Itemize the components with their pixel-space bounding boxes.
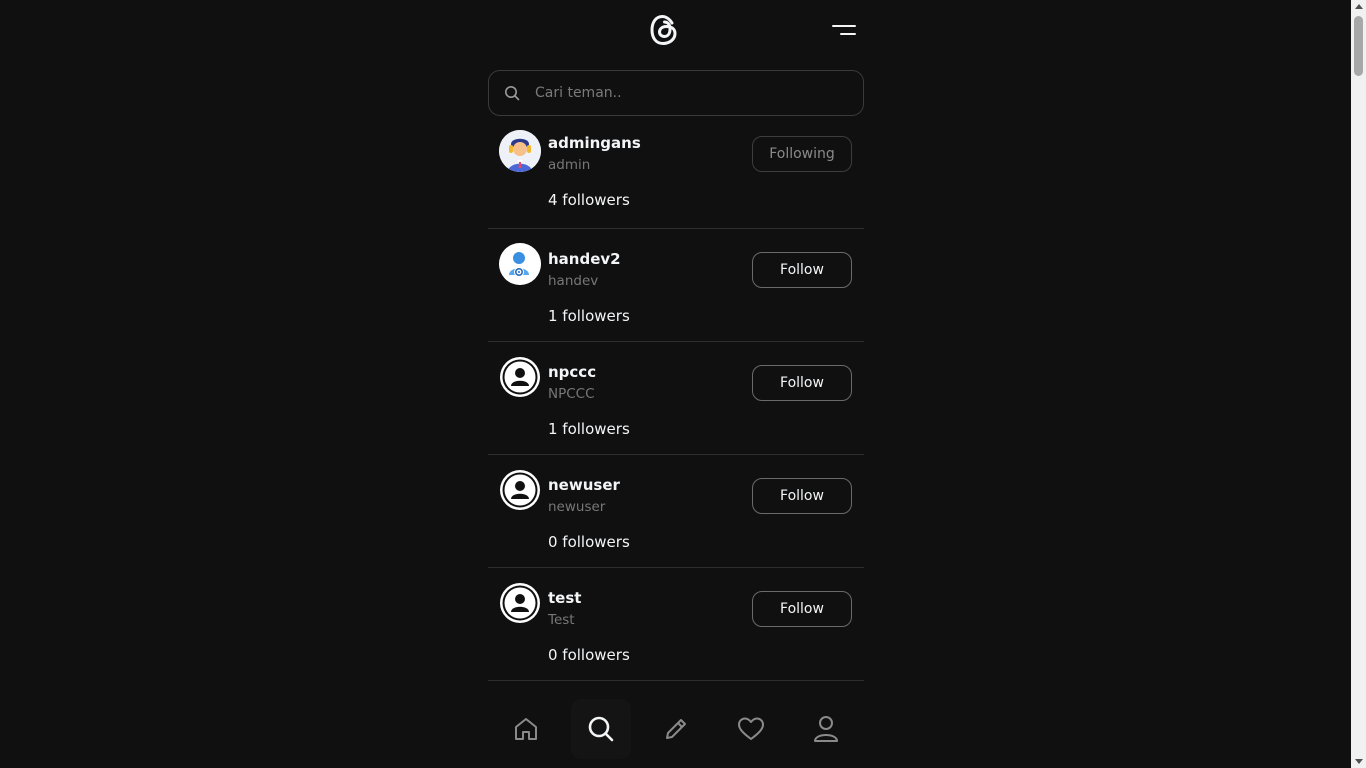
follower-count: 0 followers xyxy=(548,646,630,664)
username[interactable]: test xyxy=(548,589,581,607)
search-icon xyxy=(588,716,614,742)
admin-avatar[interactable] xyxy=(499,130,541,172)
default-avatar-icon[interactable] xyxy=(499,582,541,624)
nav-profile[interactable] xyxy=(796,699,856,759)
heart-icon xyxy=(738,717,765,740)
search-input[interactable] xyxy=(535,71,863,115)
follow-button[interactable]: Follow xyxy=(752,365,852,401)
follower-count: 1 followers xyxy=(548,420,630,438)
search-bar xyxy=(488,70,864,116)
menu-line xyxy=(840,33,856,35)
username[interactable]: npccc xyxy=(548,363,596,381)
username[interactable]: handev2 xyxy=(548,250,621,268)
scroll-down-arrow-icon[interactable] xyxy=(1355,759,1363,764)
user-row: handev2 handev 1 followers Follow xyxy=(488,229,864,342)
display-name: newuser xyxy=(548,499,606,515)
menu-line xyxy=(832,25,856,27)
user-row: test Test 0 followers Follow xyxy=(488,568,864,681)
nav-search[interactable] xyxy=(570,699,631,759)
follow-button[interactable]: Follow xyxy=(752,252,852,288)
bottom-nav xyxy=(488,690,864,768)
follower-count: 1 followers xyxy=(548,307,630,325)
username[interactable]: newuser xyxy=(548,476,620,494)
follower-count: 4 followers xyxy=(548,191,630,209)
default-avatar-icon[interactable] xyxy=(499,356,541,398)
hamburger-menu-icon[interactable] xyxy=(826,18,856,42)
user-settings-avatar[interactable] xyxy=(499,243,541,285)
display-name: Test xyxy=(548,612,575,628)
home-icon xyxy=(514,718,537,740)
profile-icon xyxy=(814,716,839,742)
scroll-up-arrow-icon[interactable] xyxy=(1355,4,1363,9)
pencil-icon xyxy=(665,719,686,739)
user-row: npccc NPCCC 1 followers Follow xyxy=(488,342,864,455)
follow-button[interactable]: Follow xyxy=(752,591,852,627)
user-row: admingans admin 4 followers Following xyxy=(488,126,864,229)
page-scrollbar[interactable] xyxy=(1351,0,1366,768)
username[interactable]: admingans xyxy=(548,134,641,152)
follower-count: 0 followers xyxy=(548,533,630,551)
display-name: admin xyxy=(548,157,591,173)
threads-logo-icon[interactable] xyxy=(646,11,682,49)
search-icon xyxy=(489,71,535,115)
default-avatar-icon[interactable] xyxy=(499,469,541,511)
page: admingans admin 4 followers Following ha… xyxy=(0,0,1366,768)
display-name: NPCCC xyxy=(548,386,595,402)
nav-create[interactable] xyxy=(646,699,706,759)
scrollbar-thumb[interactable] xyxy=(1354,16,1363,76)
following-button[interactable]: Following xyxy=(752,136,852,172)
follow-button[interactable]: Follow xyxy=(752,478,852,514)
user-list: admingans admin 4 followers Following ha… xyxy=(488,126,864,681)
display-name: handev xyxy=(548,273,599,289)
nav-home[interactable] xyxy=(496,699,556,759)
nav-activity[interactable] xyxy=(721,699,781,759)
user-row: newuser newuser 0 followers Follow xyxy=(488,455,864,568)
